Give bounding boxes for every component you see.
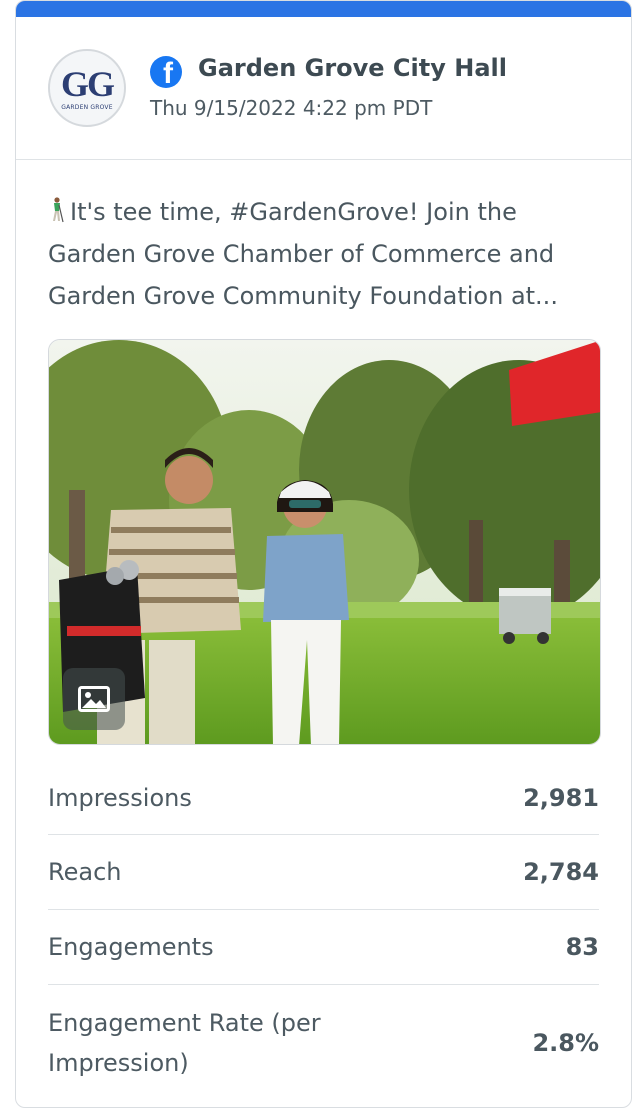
metric-value: 2,784 [523,858,599,886]
avatar[interactable]: GG GARDEN GROVE [48,49,126,127]
page-name[interactable]: Garden Grove City Hall [198,54,507,82]
metric-row-impressions: Impressions 2,981 [48,761,599,835]
metric-value: 2.8% [532,1029,599,1057]
facebook-icon: f [150,56,182,88]
metric-label: Engagements [48,933,214,961]
metrics-list: Impressions 2,981 Reach 2,784 Engagement… [48,761,599,1101]
metric-row-engagements: Engagements 83 [48,910,599,985]
metric-row-engagement-rate: Engagement Rate (per Impression) 2.8% [48,985,599,1101]
post-text: It's tee time, #GardenGrove! Join the Ga… [48,191,608,317]
avatar-logo: GG [60,63,115,104]
golfer-icon [53,197,64,223]
metric-row-reach: Reach 2,784 [48,835,599,910]
post-header: GG GARDEN GROVE f Garden Grove City Hall… [16,17,631,160]
metric-label: Reach [48,858,122,886]
post-date: Thu 9/15/2022 4:22 pm PDT [150,96,433,120]
post-card[interactable]: GG GARDEN GROVE f Garden Grove City Hall… [15,0,632,1108]
avatar-caption: GARDEN GROVE [61,103,113,111]
post-text-body: It's tee time, #GardenGrove! Join the Ga… [48,198,558,310]
metric-value: 2,981 [523,783,599,812]
card-accent-bar [16,1,631,17]
image-icon [78,686,110,712]
image-badge [63,668,125,730]
metric-label: Impressions [48,783,192,812]
metric-label: Engagement Rate (per Impression) [48,1009,321,1077]
metric-value: 83 [565,933,599,961]
post-image[interactable] [48,339,601,745]
